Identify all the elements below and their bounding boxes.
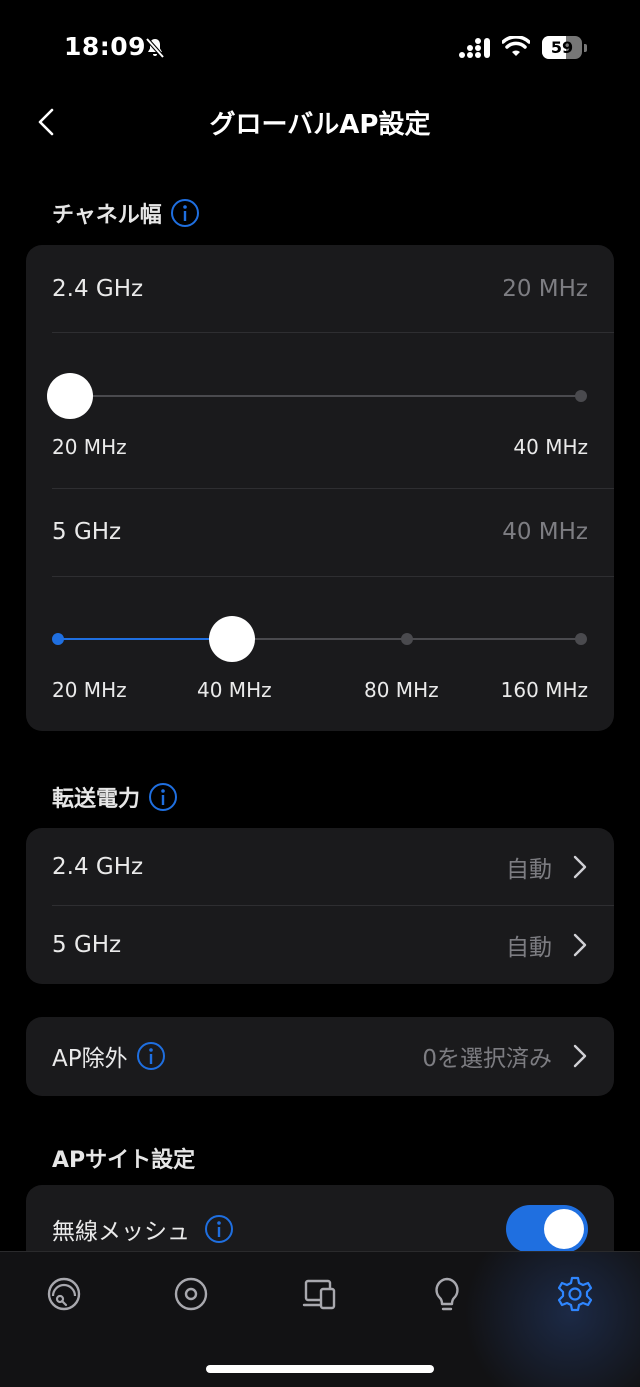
slider-5-tick	[575, 633, 587, 645]
ap-exclusion-row[interactable]: AP除外 0を選択済み	[52, 1037, 588, 1075]
row-label: 5 GHz	[52, 932, 122, 958]
row-label: AP除外	[52, 1046, 128, 1072]
channel-width-24-row: 2.4 GHz 20 MHz	[52, 271, 588, 307]
gear-icon[interactable]	[555, 1274, 595, 1314]
divider	[52, 488, 614, 489]
slider-24-label-max: 40 MHz	[513, 435, 588, 459]
row-value: 自動	[506, 935, 552, 961]
row-label: 無線メッシュ	[52, 1219, 190, 1245]
section-title-text: 転送電力	[52, 787, 141, 812]
section-title-text: APサイト設定	[52, 1148, 196, 1173]
band-value: 20 MHz	[502, 276, 588, 302]
band-value: 40 MHz	[502, 519, 588, 545]
battery-level: 59	[550, 38, 574, 57]
info-icon[interactable]	[136, 1041, 166, 1071]
section-title-channel-width: チャネル幅	[52, 197, 200, 229]
tx-power-card: 2.4 GHz 自動 5 GHz 自動	[26, 828, 614, 984]
row-value: 0を選択済み	[422, 1046, 552, 1072]
page-title: グローバルAP設定	[209, 110, 431, 140]
target-icon[interactable]	[171, 1274, 211, 1314]
slider-5-label: 40 MHz	[197, 678, 272, 702]
info-icon[interactable]	[170, 198, 200, 228]
chevron-right-icon	[573, 1044, 587, 1068]
tab-bar	[0, 1251, 640, 1387]
battery-icon: 59	[542, 36, 588, 59]
toggle-knob	[544, 1209, 584, 1249]
lightbulb-icon[interactable]	[427, 1274, 467, 1314]
band-label: 5 GHz	[52, 519, 122, 545]
slider-24-label-min: 20 MHz	[52, 435, 127, 459]
row-value: 自動	[506, 857, 552, 883]
tx-power-row-24[interactable]: 2.4 GHz 自動	[52, 848, 588, 886]
section-title-tx-power: 転送電力	[52, 781, 178, 813]
home-indicator	[206, 1365, 434, 1373]
wifi-icon	[502, 36, 530, 56]
ap-exclusion-card[interactable]: AP除外 0を選択済み	[26, 1017, 614, 1096]
slider-5-label: 80 MHz	[364, 678, 439, 702]
row-label: 2.4 GHz	[52, 854, 144, 880]
dashboard-icon[interactable]	[44, 1274, 84, 1314]
slider-24-thumb[interactable]	[47, 373, 93, 419]
battery-body: 59	[542, 36, 582, 59]
info-icon[interactable]	[148, 782, 178, 812]
divider	[52, 905, 614, 906]
cellular-signal-icon	[459, 38, 490, 58]
channel-width-card: 2.4 GHz 20 MHz 20 MHz 40 MHz 5 GHz 40 MH…	[26, 245, 614, 731]
channel-width-5-row: 5 GHz 40 MHz	[52, 514, 588, 550]
wireless-mesh-toggle[interactable]	[506, 1205, 588, 1253]
status-bar: 18:09 59	[0, 0, 640, 96]
slider-5-label: 20 MHz	[52, 678, 127, 702]
slider-5-tick	[52, 633, 64, 645]
slider-5-tick	[401, 633, 413, 645]
tab-glow	[440, 1252, 640, 1387]
devices-icon[interactable]	[300, 1274, 340, 1314]
bell-muted-icon	[145, 37, 165, 59]
divider	[52, 332, 614, 333]
section-title-text: チャネル幅	[52, 203, 162, 228]
info-icon[interactable]	[204, 1214, 234, 1244]
divider	[52, 576, 614, 577]
chevron-right-icon	[573, 855, 587, 879]
section-title-ap-site: APサイト設定	[52, 1142, 195, 1174]
slider-5-label: 160 MHz	[500, 678, 588, 702]
chevron-right-icon	[573, 933, 587, 957]
status-time: 18:09	[64, 32, 147, 61]
wireless-mesh-row: 無線メッシュ	[52, 1209, 234, 1249]
battery-tip	[584, 44, 587, 52]
tx-power-row-5[interactable]: 5 GHz 自動	[52, 926, 588, 964]
slider-5-active-track	[58, 638, 232, 640]
slider-5-thumb[interactable]	[209, 616, 255, 662]
band-label: 2.4 GHz	[52, 276, 144, 302]
slider-24-tick	[575, 390, 587, 402]
slider-24-track[interactable]	[70, 395, 581, 397]
